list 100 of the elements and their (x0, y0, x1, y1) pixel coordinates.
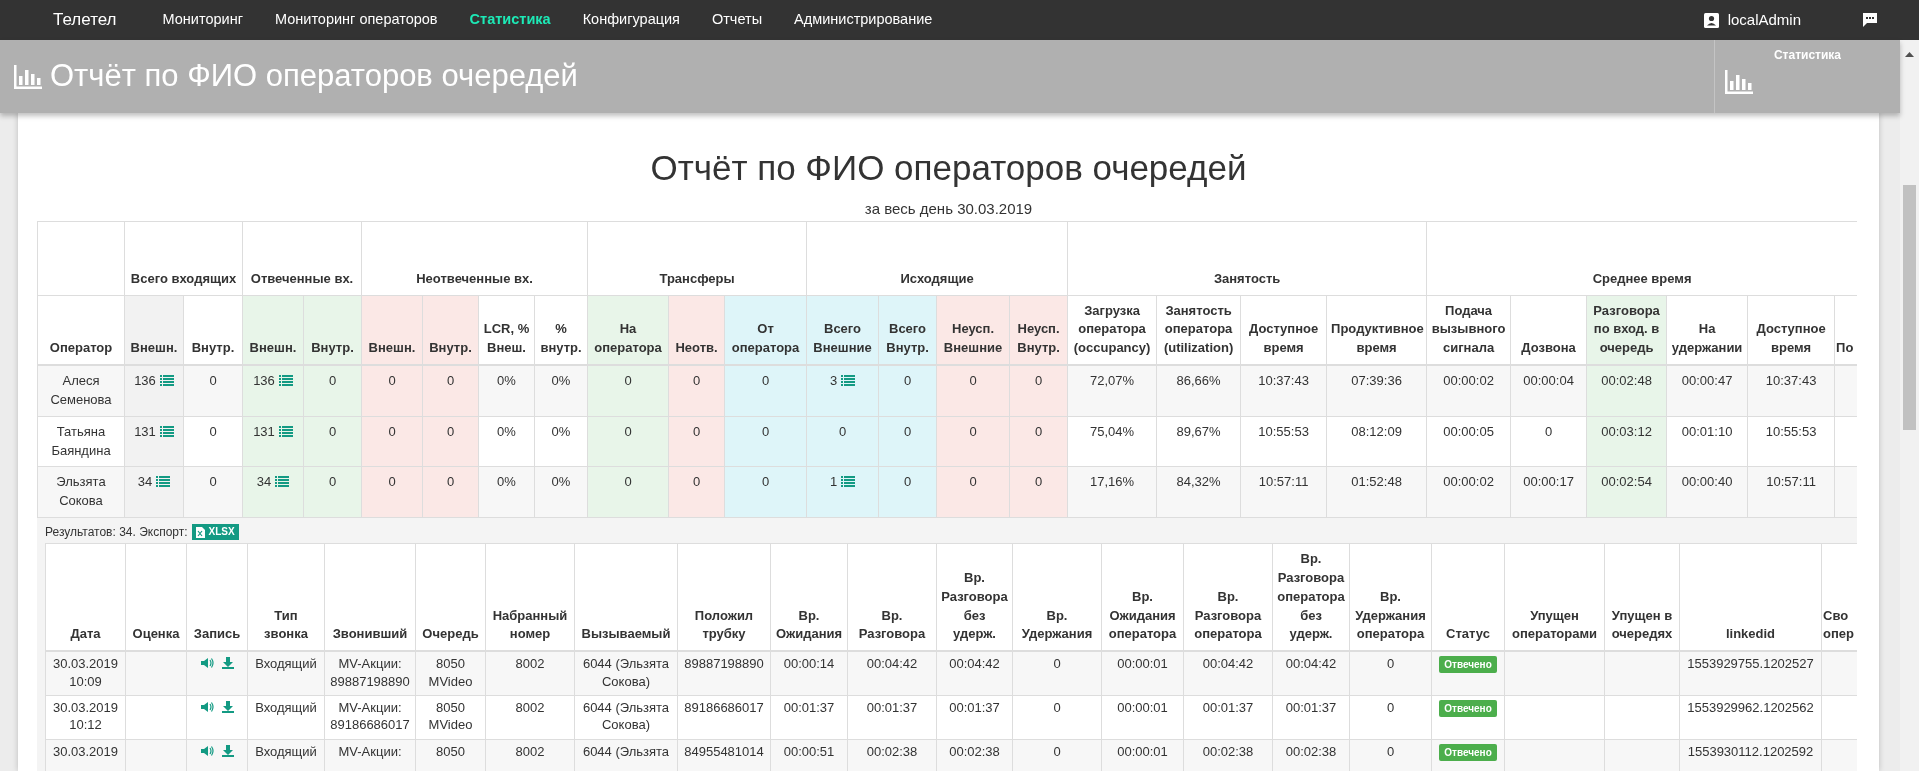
table-cell: 00:00:05 (1426, 416, 1511, 467)
table-cell: 0 (724, 365, 807, 417)
table-cell: Эльзята Сокова (37, 466, 125, 518)
table-cell: 00:00:17 (1510, 466, 1587, 518)
user-icon (1703, 12, 1719, 28)
group-header: Среднее время (1426, 221, 1857, 295)
table-cell: 0 (303, 466, 362, 518)
nav-link[interactable]: Администрирование (794, 9, 933, 31)
nav-link[interactable]: Мониторинг операторов (274, 9, 438, 31)
table-cell: 84955481014 (677, 739, 771, 771)
table-cell: 136 (253, 373, 275, 389)
results-text: Результатов: 34. Экспорт: (45, 524, 188, 542)
table-cell: 00:02:38 (1272, 739, 1350, 771)
nav-link[interactable]: Конфигурация (582, 9, 680, 31)
list-icon[interactable] (278, 425, 293, 437)
table-cell: 00:00:02 (1426, 466, 1511, 518)
speaker-icon[interactable] (200, 700, 214, 713)
table-cell: 6044 (Эльзята (574, 739, 678, 771)
list-icon[interactable] (159, 375, 174, 387)
nav-link[interactable]: Отчеты (711, 9, 763, 31)
table-cell: 00:00:14 (770, 651, 848, 696)
table-cell: 0 (1012, 651, 1102, 696)
list-icon[interactable] (275, 476, 290, 488)
table-cell: 0% (478, 466, 535, 518)
table-cell: 1553929755.1202527 (1679, 651, 1822, 696)
table-cell: 0 (1349, 739, 1432, 771)
export-button[interactable]: XLSX (191, 524, 239, 541)
user-name[interactable]: localAdmin (1727, 8, 1801, 32)
table-cell: Входящий (247, 651, 325, 696)
table-cell: 0% (534, 365, 588, 417)
table-cell: 0 (1012, 695, 1102, 740)
download-icon[interactable] (221, 657, 234, 670)
table-cell: 1 (829, 474, 838, 490)
speaker-icon[interactable] (200, 744, 214, 757)
table-cell: 00:04:42 (847, 651, 937, 696)
table-cell: 34 (137, 474, 153, 490)
nav-link[interactable]: Статистика (469, 9, 551, 31)
list-icon[interactable] (841, 375, 856, 387)
page-title: Отчёт по ФИО операторов очередей (50, 57, 578, 96)
column-header: Неусп. Внешние (936, 295, 1010, 366)
table-cell: 1553929962.1202562 (1679, 695, 1822, 740)
table-cell: 0 (724, 416, 807, 467)
table-cell: 00:00:47 (1666, 365, 1748, 417)
table-cell: 6044 (Эльзята Сокова) (574, 695, 678, 740)
table-cell: 0 (587, 365, 669, 417)
table-cell: 00:01:37 (770, 695, 848, 740)
table-cell: 0 (183, 466, 243, 518)
table-cell: 00:02:38 (936, 739, 1013, 771)
table-cell: 136 (134, 373, 156, 389)
table-cell: 75,04% (1067, 416, 1157, 467)
table-cell: 00:00:04 (1510, 365, 1587, 417)
list-icon[interactable] (156, 476, 171, 488)
table-cell: 0 (936, 466, 1010, 518)
table-cell: 0 (878, 365, 937, 417)
table-cell: 08:12:09 (1326, 416, 1427, 467)
column-header: Внешн. (361, 295, 423, 366)
column-header: Внешн. (124, 295, 184, 366)
table-cell: 00:02:54 (1586, 466, 1667, 518)
table-cell: 10:57:11 (1240, 466, 1327, 518)
table-cell: 89,67% (1156, 416, 1241, 467)
brand-name[interactable]: Телетел (53, 7, 117, 33)
table-cell: 00:00:40 (1666, 466, 1748, 518)
table-cell: MV-Акции: (324, 739, 416, 771)
download-icon[interactable] (221, 700, 234, 713)
nav-link[interactable]: Мониторинг (162, 9, 243, 31)
chat-icon[interactable] (1863, 13, 1877, 27)
table-cell: MV-Акции: 89887198890 (324, 651, 416, 696)
download-icon[interactable] (221, 744, 234, 757)
table-cell: 10:37:43 (1747, 365, 1835, 417)
table-cell: 0% (534, 416, 588, 467)
scrollbar-thumb[interactable] (1903, 185, 1916, 430)
table-cell: 89887198890 (677, 651, 771, 696)
table-cell: 72,07% (1067, 365, 1157, 417)
table-cell: 0 (183, 416, 243, 467)
table-cell: 00:04:42 (936, 651, 1013, 696)
table-cell: 10:57:11 (1747, 466, 1835, 518)
table-cell: 0 (587, 466, 669, 518)
table-cell: Входящий (247, 695, 325, 740)
speaker-icon[interactable] (200, 657, 214, 670)
table-cell: 8002 (485, 651, 575, 696)
table-cell: 00:01:37 (1272, 695, 1350, 740)
table-cell: 30.03.2019 10:12 (45, 695, 126, 740)
chart-icon[interactable] (1725, 70, 1753, 94)
table-cell: 0% (534, 466, 588, 518)
table-cell: 00:01:37 (847, 695, 937, 740)
column-header: Неотв. (668, 295, 725, 366)
scrollbar[interactable] (1900, 40, 1919, 771)
table-cell: 8002 (485, 695, 575, 740)
table-cell: 0 (668, 416, 725, 467)
table-cell: 00:04:42 (1272, 651, 1350, 696)
table-cell: 0 (361, 466, 423, 518)
table-cell: 0 (422, 365, 479, 417)
table-cell: 6044 (Эльзята Сокова) (574, 651, 678, 696)
table-cell: 00:00:01 (1101, 695, 1184, 740)
list-icon[interactable] (159, 425, 174, 437)
list-icon[interactable] (278, 375, 293, 387)
file-icon (195, 526, 205, 538)
list-icon[interactable] (841, 476, 856, 488)
table-cell: 8050 MVideo (415, 695, 486, 740)
group-header: Всего входящих (124, 221, 243, 295)
